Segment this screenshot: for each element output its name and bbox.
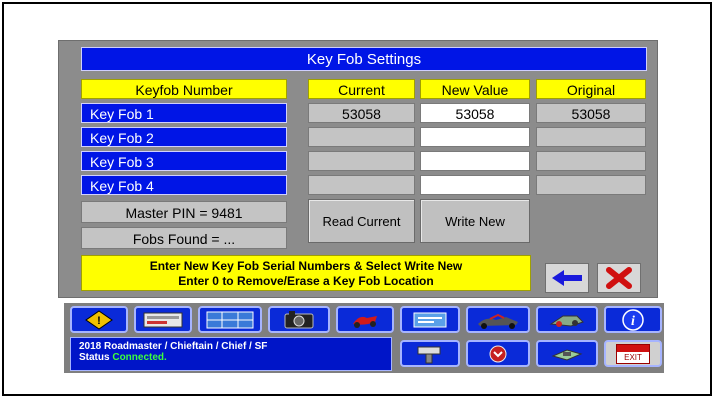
module-icon (551, 348, 583, 361)
gauge-icon (143, 312, 183, 327)
connection-status: Status Connected. (79, 352, 383, 363)
tool-button[interactable] (536, 306, 598, 333)
scanner-button[interactable] (400, 340, 460, 367)
info-icon: i (622, 308, 644, 331)
key-fob-4-new-value-input[interactable] (420, 175, 530, 195)
key-fob-1-button[interactable]: Key Fob 1 (81, 103, 287, 123)
svg-text:i: i (631, 314, 635, 329)
instruction-line-1: Enter New Key Fob Serial Numbers & Selec… (149, 259, 463, 273)
ecu-button[interactable] (466, 340, 530, 367)
camera-button[interactable] (268, 306, 330, 333)
key-fob-4-current (308, 175, 415, 195)
camera-icon (284, 310, 314, 328)
header-new-value: New Value (420, 79, 530, 99)
svg-text:!: ! (97, 315, 101, 327)
key-fob-4-original (536, 175, 646, 195)
instruction-line-2: Enter 0 to Remove/Erase a Key Fob Locati… (178, 274, 434, 288)
warning-button[interactable]: ! (70, 306, 128, 333)
ecu-icon (489, 345, 507, 362)
dialog-title: Key Fob Settings (81, 47, 647, 71)
key-fob-settings-panel: Key Fob Settings Keyfob Number Current N… (58, 40, 658, 298)
write-new-button[interactable]: Write New (420, 199, 530, 243)
key-fob-2-button[interactable]: Key Fob 2 (81, 127, 287, 147)
back-button[interactable] (545, 263, 589, 293)
module-button[interactable] (536, 340, 598, 367)
motorcycle-icon (353, 315, 377, 328)
panel-view-button[interactable] (400, 306, 460, 333)
exit-icon-bar (617, 344, 649, 352)
key-fob-1-current: 53058 (308, 103, 415, 123)
key-fob-3-original (536, 151, 646, 171)
gauge-button[interactable] (134, 306, 192, 333)
header-keyfob-number: Keyfob Number (81, 79, 287, 99)
key-fob-3-button[interactable]: Key Fob 3 (81, 151, 287, 171)
bike-group-icon (478, 313, 518, 329)
scanner-icon (417, 346, 441, 363)
status-label: Status (79, 352, 110, 363)
table-icon (206, 311, 254, 328)
header-original: Original (536, 79, 646, 99)
fobs-found-display: Fobs Found = ... (81, 227, 287, 249)
info-button[interactable]: i (604, 306, 662, 333)
close-icon (606, 267, 632, 289)
vehicle-model-text: 2018 Roadmaster / Chieftain / Chief / SF (79, 341, 268, 352)
exit-button[interactable]: EXIT (604, 340, 662, 367)
bike-group-button[interactable] (466, 306, 530, 333)
warning-icon: ! (85, 309, 113, 330)
cancel-button[interactable] (597, 263, 641, 293)
data-table-button[interactable] (198, 306, 262, 333)
bottom-toolbar: ! i 2018 Roadmaster / Chieftain / Chief … (64, 303, 664, 373)
exit-label: EXIT (624, 352, 642, 362)
panel-icon (413, 312, 447, 327)
key-fob-3-current (308, 151, 415, 171)
read-current-button[interactable]: Read Current (308, 199, 415, 243)
key-fob-3-new-value-input[interactable] (420, 151, 530, 171)
master-pin-display: Master PIN = 9481 (81, 201, 287, 223)
status-panel: 2018 Roadmaster / Chieftain / Chief / SF… (70, 337, 392, 371)
key-fob-4-button[interactable]: Key Fob 4 (81, 175, 287, 195)
arrow-left-icon (552, 270, 582, 286)
exit-icon: EXIT (616, 343, 650, 364)
key-fob-1-new-value-input[interactable]: 53058 (420, 103, 530, 123)
header-current: Current (308, 79, 415, 99)
key-fob-1-original: 53058 (536, 103, 646, 123)
key-fob-2-current (308, 127, 415, 147)
key-fob-2-original (536, 127, 646, 147)
key-fob-2-new-value-input[interactable] (420, 127, 530, 147)
status-value: Connected. (112, 352, 167, 363)
motorcycle-button[interactable] (336, 306, 394, 333)
instruction-message: Enter New Key Fob Serial Numbers & Selec… (81, 255, 531, 291)
tool-icon (549, 315, 584, 327)
